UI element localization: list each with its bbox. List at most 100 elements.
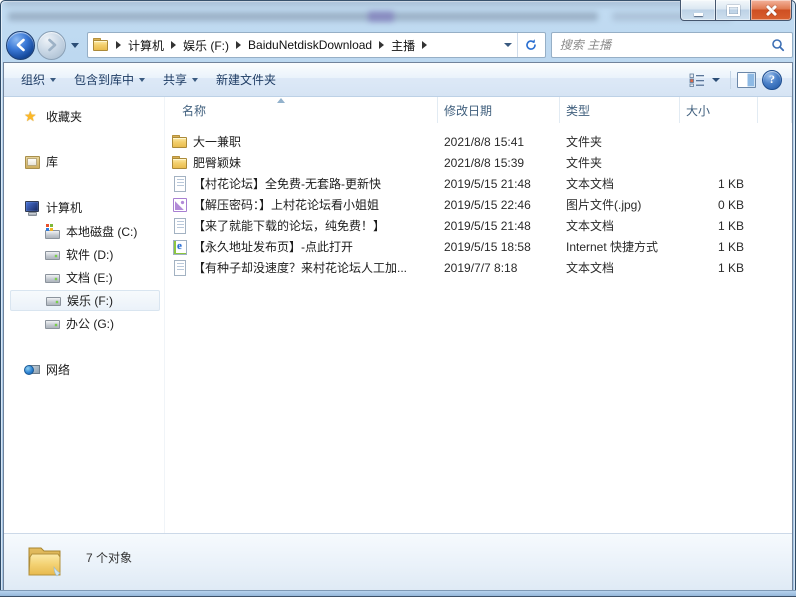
- sidebar-item[interactable]: 文档 (E:): [10, 267, 160, 288]
- column-header-label: 名称: [182, 102, 206, 119]
- preview-pane-button[interactable]: [737, 72, 756, 88]
- help-button[interactable]: [762, 70, 782, 90]
- toolbar-button-label: 新建文件夹: [216, 71, 276, 88]
- breadcrumb-item[interactable]: 主播: [391, 37, 415, 54]
- sidebar-item-label: 计算机: [46, 199, 82, 216]
- breadcrumb-segment: 主播: [372, 33, 415, 57]
- sidebar-item[interactable]: 软件 (D:): [10, 244, 160, 265]
- search-box: [551, 32, 793, 58]
- sidebar-item[interactable]: 办公 (G:): [10, 313, 160, 334]
- file-row[interactable]: 【永久地址发布页】-点此打开 2019/5/15 18:58 Internet …: [167, 236, 792, 257]
- breadcrumb-item[interactable]: 娱乐 (F:): [183, 37, 229, 54]
- address-folder-icon: [93, 37, 109, 53]
- sidebar-item-label: 文档 (E:): [66, 269, 113, 286]
- computer-icon: [24, 200, 40, 216]
- main-area: 收藏夹 库 计算机 本地磁盘 (C:): [4, 97, 792, 533]
- column-header-filler: [758, 97, 792, 123]
- file-row[interactable]: 肥臀颖妹 2021/8/8 15:39 文件夹: [167, 152, 792, 173]
- file-row[interactable]: 【来了就能下载的论坛，纯免费！】 2019/5/15 21:48 文本文档 1 …: [167, 215, 792, 236]
- sort-ascending-icon: [277, 98, 285, 103]
- file-name: 肥臀颖妹: [193, 154, 241, 171]
- details-pane: 7 个对象: [4, 533, 792, 590]
- views-dropdown-icon[interactable]: [712, 78, 720, 82]
- file-name: 【永久地址发布页】-点此打开: [193, 238, 353, 255]
- file-row[interactable]: 【村花论坛】全免费-无套路-更新快 2019/5/15 21:48 文本文档 1…: [167, 173, 792, 194]
- minimize-icon: [694, 13, 703, 16]
- restore-button[interactable]: [716, 0, 750, 21]
- breadcrumb-arrow-icon: [116, 41, 121, 49]
- navigation-pane: 收藏夹 库 计算机 本地磁盘 (C:): [4, 97, 165, 533]
- minimize-button[interactable]: [680, 0, 716, 21]
- glass-blur-artifact: [4, 0, 792, 6]
- toolbar-button[interactable]: 新建文件夹: [207, 66, 285, 93]
- file-size: 1 KB: [680, 177, 758, 191]
- search-input[interactable]: [552, 38, 771, 52]
- address-bar[interactable]: 计算机 娱乐 (F:) BaiduNetdiskDownload 主播: [87, 32, 546, 58]
- drive-icon: [44, 316, 60, 332]
- system-drive-icon: [44, 224, 60, 240]
- caption-buttons: [680, 0, 792, 21]
- views-button[interactable]: [685, 70, 724, 90]
- breadcrumb-item[interactable]: 计算机: [128, 37, 164, 54]
- toolbar-button-label: 包含到库中: [74, 71, 134, 88]
- refresh-button[interactable]: [517, 33, 545, 57]
- titlebar[interactable]: [0, 0, 796, 28]
- close-button[interactable]: [750, 0, 792, 21]
- address-dropdown-button[interactable]: [499, 33, 517, 57]
- internet-shortcut-icon: [172, 239, 188, 255]
- file-date-modified: 2021/8/8 15:41: [438, 135, 560, 149]
- toolbar-button[interactable]: 组织: [12, 66, 65, 93]
- glass-blur-artifact: [368, 11, 394, 22]
- back-button[interactable]: [6, 31, 35, 60]
- sidebar-item-label: 网络: [46, 361, 70, 378]
- file-name: 【有种子却没速度？来村花论坛人工加...: [193, 259, 407, 276]
- forward-button-disabled[interactable]: [37, 31, 66, 60]
- sidebar-item[interactable]: 娱乐 (F:): [10, 290, 160, 311]
- column-header-type[interactable]: 类型: [560, 97, 680, 123]
- column-header-date[interactable]: 修改日期: [438, 97, 560, 123]
- sidebar-item[interactable]: 库: [10, 151, 160, 172]
- file-rows: 大一兼职 2021/8/8 15:41 文件夹 肥臀颖妹: [167, 131, 792, 278]
- column-header-size[interactable]: 大小: [680, 97, 758, 123]
- column-headers: 名称 修改日期 类型 大小: [167, 97, 792, 123]
- breadcrumb-segment: 娱乐 (F:): [164, 33, 229, 57]
- text-file-icon: [172, 176, 188, 192]
- column-header-label: 大小: [686, 102, 710, 119]
- file-size: 1 KB: [680, 261, 758, 275]
- column-header-name[interactable]: 名称: [167, 97, 438, 123]
- sidebar-item[interactable]: 本地磁盘 (C:): [10, 221, 160, 242]
- text-file-icon: [172, 260, 188, 276]
- libraries-icon: [24, 154, 40, 170]
- client-area: 组织 包含到库中 共享 新建文件夹: [3, 62, 793, 591]
- refresh-icon: [524, 38, 538, 52]
- navigation-bar: 计算机 娱乐 (F:) BaiduNetdiskDownload 主播: [3, 28, 793, 62]
- sidebar-item[interactable]: 收藏夹: [10, 106, 160, 127]
- breadcrumb-item[interactable]: BaiduNetdiskDownload: [248, 38, 372, 52]
- window-bottom-border: [0, 590, 796, 597]
- item-count-status: 7 个对象: [86, 549, 132, 566]
- toolbar-button[interactable]: 共享: [154, 66, 207, 93]
- sidebar-item[interactable]: 计算机: [10, 197, 160, 218]
- toolbar-button-label: 共享: [163, 71, 187, 88]
- file-size: 1 KB: [680, 240, 758, 254]
- toolbar-divider: [730, 71, 731, 89]
- search-icon[interactable]: [771, 38, 785, 52]
- drive-icon: [45, 293, 61, 309]
- sidebar-item[interactable]: 网络: [10, 359, 160, 380]
- file-size: 1 KB: [680, 219, 758, 233]
- forward-arrow-icon: [44, 37, 60, 53]
- file-type: 图片文件(.jpg): [560, 196, 680, 213]
- file-row[interactable]: 大一兼职 2021/8/8 15:41 文件夹: [167, 131, 792, 152]
- file-row[interactable]: 【解压密码：】上村花论坛看小姐姐 2019/5/15 22:46 图片文件(.j…: [167, 194, 792, 215]
- file-row[interactable]: 【有种子却没速度？来村花论坛人工加... 2019/7/7 8:18 文本文档 …: [167, 257, 792, 278]
- drive-icon: [44, 247, 60, 263]
- sidebar-item-label: 办公 (G:): [66, 315, 114, 332]
- recent-pages-dropdown-icon[interactable]: [71, 43, 79, 48]
- back-arrow-icon: [13, 37, 29, 53]
- file-date-modified: 2019/7/7 8:18: [438, 261, 560, 275]
- toolbar-button[interactable]: 包含到库中: [65, 66, 154, 93]
- explorer-window: 计算机 娱乐 (F:) BaiduNetdiskDownload 主播: [0, 0, 796, 597]
- sidebar-item-label: 库: [46, 153, 58, 170]
- file-type: 文件夹: [560, 154, 680, 171]
- breadcrumb-segment: 计算机: [109, 33, 164, 57]
